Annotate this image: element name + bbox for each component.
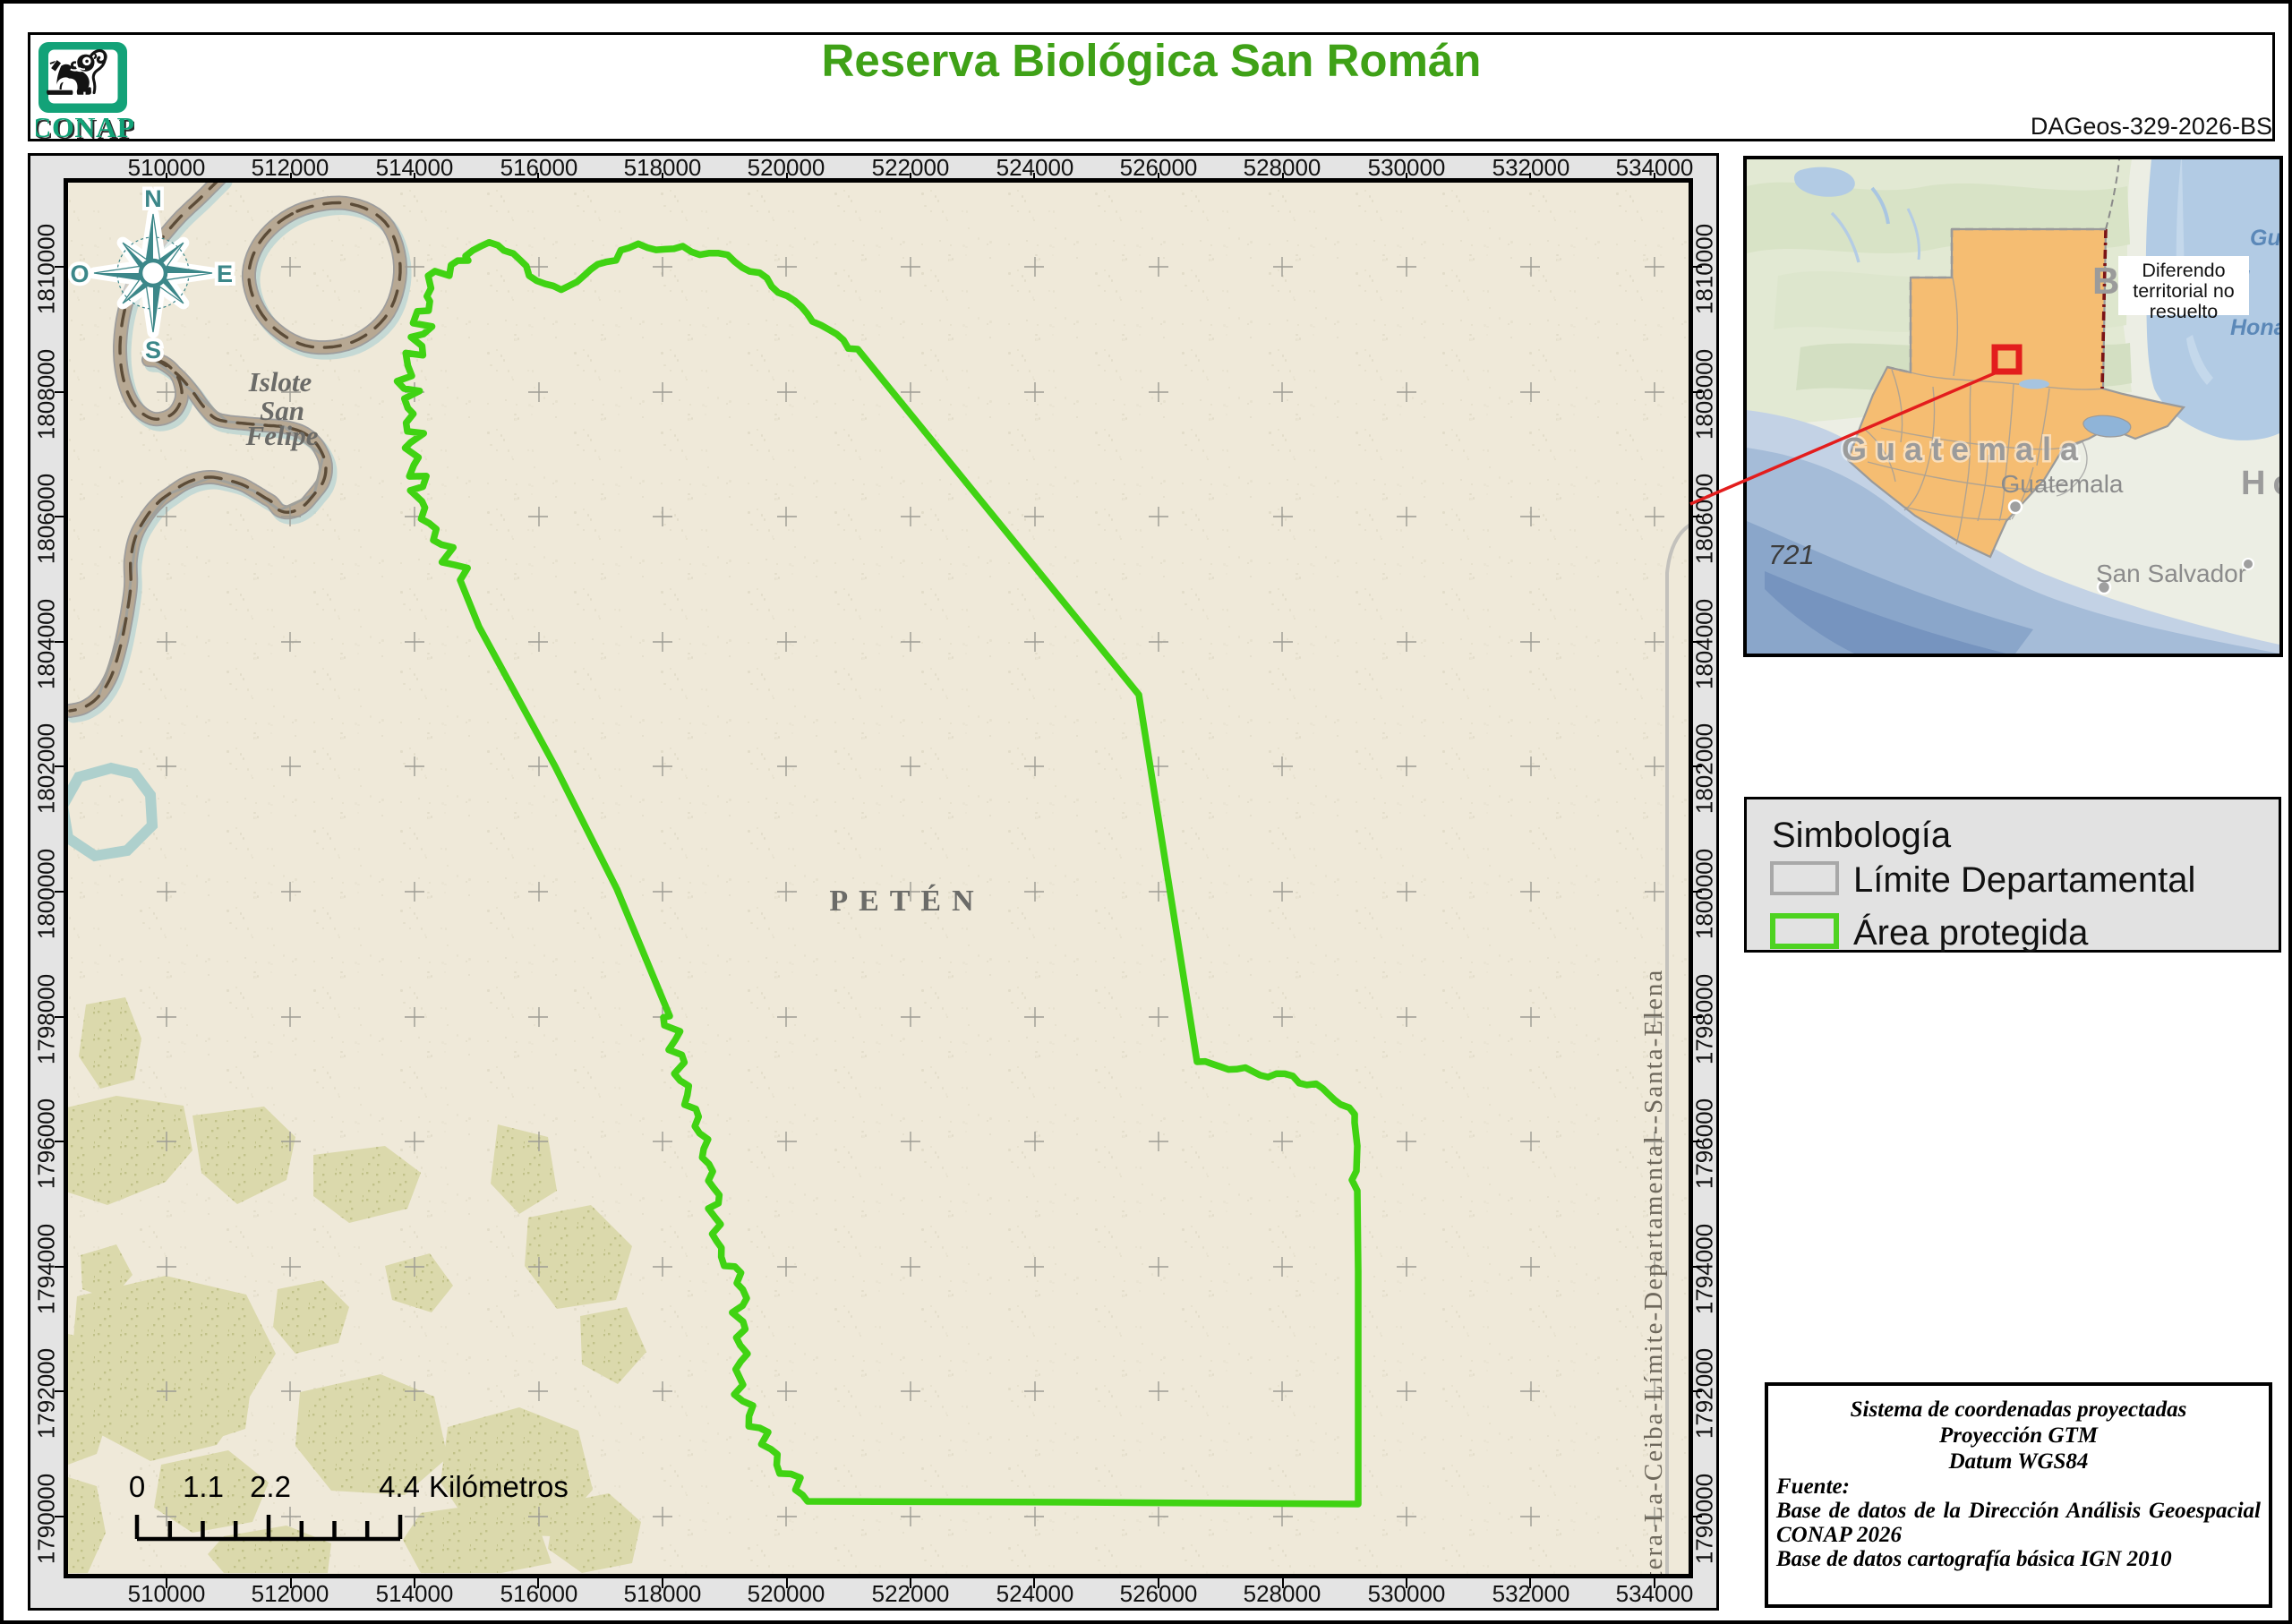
svg-text:0: 0 [129, 1470, 145, 1503]
svg-text:4.4: 4.4 [379, 1470, 420, 1503]
svg-text:Guatemala: Guatemala [1842, 431, 2087, 467]
svg-text:1.1: 1.1 [183, 1470, 224, 1503]
svg-text:N: N [144, 185, 162, 212]
svg-text:Gu: Gu [2250, 226, 2279, 251]
svg-text:E: E [217, 261, 233, 287]
svg-text:retera-La-Ceiba-Límite-Departa: retera-La-Ceiba-Límite-Departamental--Sa… [1639, 969, 1668, 1574]
svg-text:Diferendo: Diferendo [2142, 260, 2225, 281]
svg-text:CONAP: CONAP [36, 111, 134, 143]
svg-text:Felipe: Felipe [245, 420, 319, 451]
svg-text:resuelto: resuelto [2150, 301, 2219, 322]
svg-text:S: S [145, 337, 161, 363]
svg-text:Ho: Ho [2241, 465, 2279, 502]
svg-text:territorial no: territorial no [2133, 280, 2235, 302]
svg-text:Kilómetros: Kilómetros [429, 1470, 569, 1503]
svg-text:Guatemala: Guatemala [2001, 470, 2124, 498]
svg-text:721: 721 [1768, 539, 1815, 570]
svg-text:Hona: Hona [2230, 315, 2279, 340]
svg-text:San Salvador: San Salvador [2096, 560, 2246, 587]
svg-text:O: O [70, 261, 89, 287]
svg-text:Islote: Islote [248, 366, 312, 397]
svg-text:2.2: 2.2 [250, 1470, 291, 1503]
svg-text:PETÉN: PETÉN [829, 885, 984, 918]
